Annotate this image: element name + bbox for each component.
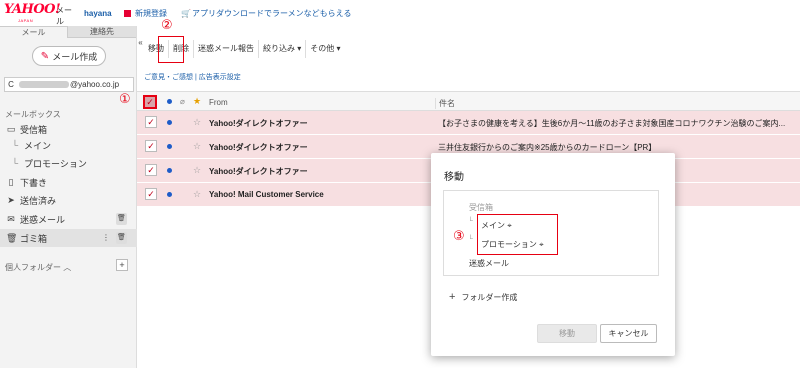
draft-icon: ▯ — [8, 176, 14, 187]
folder-label: メイン — [24, 140, 52, 151]
annotation-step-1: ① — [119, 92, 131, 107]
annotation-step-3: ③ — [453, 229, 465, 244]
top-bar: YAHOO! JAPAN メール hayana 新規登録 🛒 アプリダウンロード… — [0, 0, 800, 26]
dialog-title: 移動 — [444, 172, 464, 183]
app-download-link[interactable]: アプリダウンロードでラーメンなどもらえる — [192, 8, 351, 19]
spam-icon: ✉ — [7, 213, 15, 224]
row-subject: 三井住友銀行からのご案内※25歳からのカードローン【PR】 — [438, 143, 657, 152]
folder-label: 迷惑メール — [20, 214, 66, 225]
create-folder-button[interactable]: + フォルダー作成 — [449, 291, 517, 303]
column-subject[interactable]: 件名 — [435, 98, 795, 109]
pencil-icon: ✎ — [40, 50, 50, 62]
highlight-target-folders — [477, 214, 558, 255]
star-icon[interactable]: ☆ — [193, 189, 201, 200]
row-subject: 【お子さまの健康を考える】生後6か月～11歳のお子さま対象国産コロナワクチン治験… — [438, 119, 786, 128]
mail-list-header: ✓ ⌀ ★ From 件名 — [137, 91, 800, 111]
sidebar-tabs: メール 連絡先 — [0, 26, 136, 38]
row-checkbox[interactable]: ✓ — [145, 164, 157, 176]
star-icon[interactable]: ☆ — [193, 117, 201, 128]
folder-label: プロモーション — [24, 158, 87, 169]
row-from: Yahoo! Mail Customer Service — [209, 190, 324, 199]
logo-sub: JAPAN — [18, 18, 34, 23]
personal-folders-toggle[interactable]: 個人フォルダー ︿ — [5, 262, 71, 273]
caret-down-icon: ▾ — [295, 44, 302, 53]
feedback-links[interactable]: ご意見・ご感想 | 広告表示設定 — [144, 72, 241, 82]
row-from: Yahoo!ダイレクトオファー — [209, 167, 308, 176]
tab-contacts[interactable]: 連絡先 — [68, 26, 136, 38]
account-suffix: @yahoo.co.jp — [70, 80, 120, 89]
table-row[interactable]: ✓ ☆ Yahoo!ダイレクトオファー 【お子さまの健康を考える】生後6か月～1… — [137, 111, 800, 135]
chevron-up-icon: ︿ — [63, 263, 72, 272]
folder-promotion[interactable]: └ プロモーション — [0, 154, 137, 172]
sidebar: メール 連絡先 ✎ メール作成 C @yahoo.co.jp メールボックス ▭… — [0, 26, 137, 368]
yahoo-logo[interactable]: YAHOO! JAPAN メール — [4, 3, 74, 26]
account-selector[interactable]: C @yahoo.co.jp — [4, 77, 134, 92]
star-icon[interactable]: ☆ — [193, 141, 201, 152]
more-button[interactable]: その他 ▾ — [306, 40, 344, 58]
unread-dot-icon — [167, 120, 172, 125]
folder-main[interactable]: └ メイン — [0, 136, 137, 154]
folder-spam[interactable]: ✉ 迷惑メール 🗑 — [0, 210, 137, 228]
folder-drafts[interactable]: ▯ 下書き — [0, 173, 137, 191]
account-name-redacted — [19, 81, 69, 88]
tree-branch-icon: └ — [468, 218, 473, 225]
caret-down-icon: ▾ — [334, 44, 341, 53]
folder-trash[interactable]: 🗑 ゴミ箱 ⋮ 🗑 — [0, 229, 137, 247]
create-folder-label: フォルダー作成 — [461, 292, 518, 302]
top-nav: 新規登録 🛒 アプリダウンロードでラーメンなどもらえる — [124, 8, 361, 19]
folder-label: 送信済み — [20, 195, 57, 206]
column-from[interactable]: From — [209, 98, 228, 107]
refresh-icon[interactable]: C — [5, 80, 17, 89]
dialog-move-button[interactable]: 移動 — [537, 324, 597, 343]
unread-dot-icon — [167, 192, 172, 197]
row-from: Yahoo!ダイレクトオファー — [209, 119, 308, 128]
picker-inbox: 受信箱 — [469, 203, 493, 212]
row-from: Yahoo!ダイレクトオファー — [209, 143, 308, 152]
unread-dot-icon — [167, 168, 172, 173]
report-spam-button[interactable]: 迷惑メール報告 — [194, 40, 259, 58]
filter-label: 絞り込み — [263, 44, 295, 53]
compose-label: メール作成 — [52, 51, 98, 62]
empty-trash-icon[interactable]: 🗑 — [116, 232, 127, 244]
move-dialog: 移動 受信箱 └ メイン ⌖ └ プロモーション ⌖ 迷惑メール ③ + フォル… — [431, 153, 675, 356]
logo-service: メール — [56, 6, 72, 26]
unread-dot-icon — [167, 144, 172, 149]
folder-label: 受信箱 — [20, 124, 48, 135]
new-icon — [124, 10, 131, 17]
star-icon: ★ — [193, 96, 202, 106]
cart-icon: 🛒 — [181, 9, 191, 18]
unread-dot-icon — [167, 99, 172, 104]
star-icon[interactable]: ☆ — [193, 165, 201, 176]
row-checkbox[interactable]: ✓ — [145, 116, 157, 128]
attachment-icon: ⌀ — [180, 97, 185, 106]
row-checkbox[interactable]: ✓ — [145, 188, 157, 200]
folder-sent[interactable]: ➤ 送信済み — [0, 191, 137, 209]
picker-spam[interactable]: 迷惑メール — [469, 258, 509, 269]
compose-button[interactable]: ✎ メール作成 — [32, 46, 106, 66]
tree-branch-icon: └ — [468, 236, 473, 243]
highlight-move-button — [158, 36, 184, 63]
mailbox-label: メールボックス — [5, 110, 61, 119]
plus-icon: + — [449, 291, 456, 303]
personal-folders-label: 個人フォルダー — [5, 263, 61, 272]
more-label: その他 — [310, 44, 335, 53]
more-icon[interactable]: ⋮ — [102, 232, 110, 244]
tab-mail[interactable]: メール — [0, 26, 68, 38]
dialog-cancel-button[interactable]: キャンセル — [600, 324, 657, 343]
filter-button[interactable]: 絞り込み ▾ — [259, 40, 307, 58]
tree-branch-icon: └ — [11, 158, 19, 168]
tree-branch-icon: └ — [11, 140, 19, 150]
username[interactable]: hayana — [84, 9, 112, 18]
annotation-step-2: ② — [161, 18, 173, 33]
collapse-sidebar-icon[interactable]: « — [137, 36, 144, 50]
folder-label: ゴミ箱 — [20, 233, 48, 244]
trash-icon: 🗑 — [6, 232, 18, 243]
add-folder-button[interactable]: + — [116, 259, 128, 271]
inbox-icon: ▭ — [6, 123, 16, 134]
folder-label: 下書き — [20, 177, 48, 188]
empty-spam-icon[interactable]: 🗑 — [116, 213, 127, 225]
row-checkbox[interactable]: ✓ — [145, 140, 157, 152]
send-icon: ➤ — [7, 194, 15, 205]
select-all-checkbox[interactable]: ✓ — [143, 95, 157, 109]
